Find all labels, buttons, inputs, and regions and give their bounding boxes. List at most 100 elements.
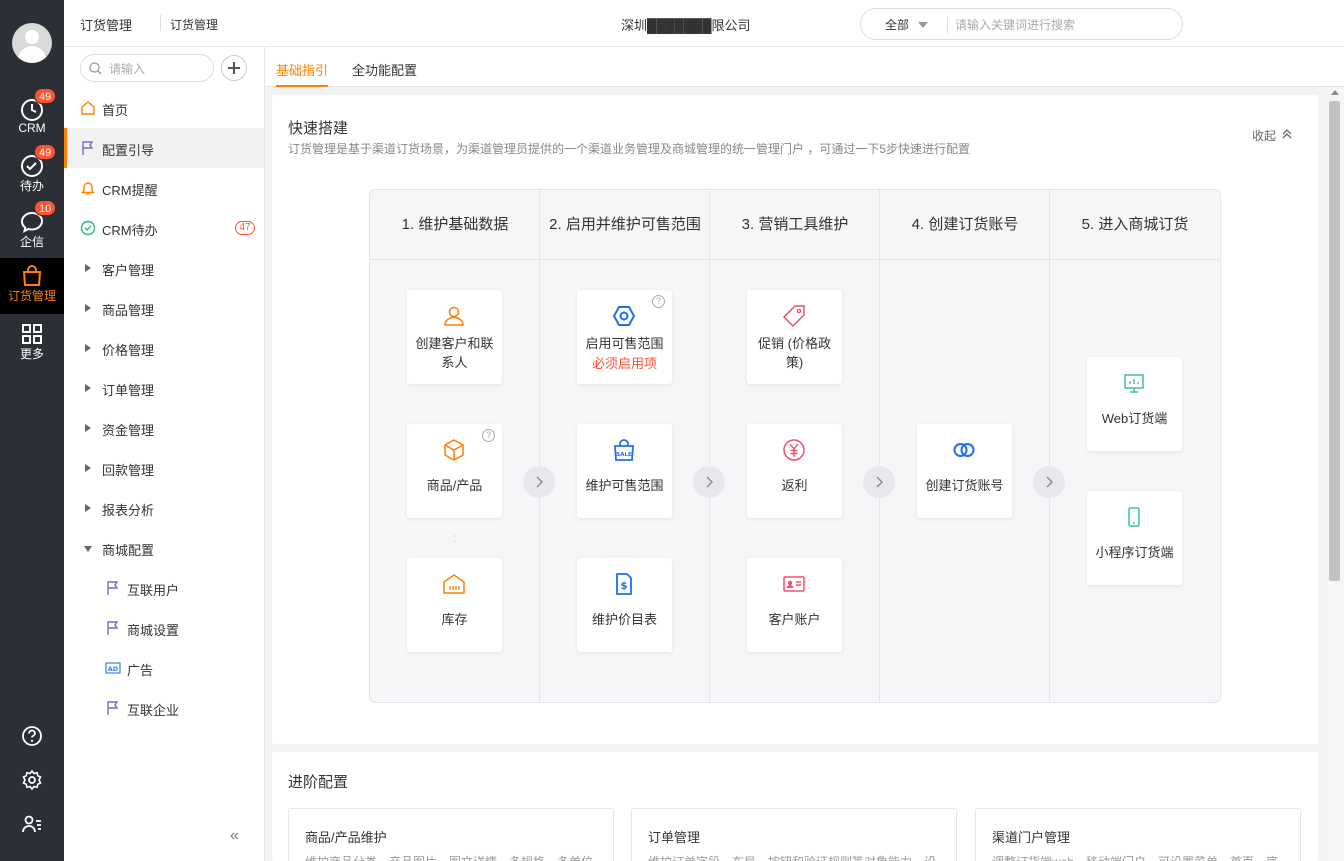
step-title: 5. 进入商城订货 xyxy=(1050,190,1220,260)
rail-item-more[interactable]: 更多 xyxy=(0,316,64,372)
breadcrumb-primary[interactable]: 订货管理 xyxy=(80,15,132,34)
avatar[interactable] xyxy=(12,23,52,63)
app-rail: 49 CRM 49 待办 10 企信 订货管理 更多 xyxy=(0,0,64,861)
sidebar-item-funds[interactable]: 资金管理 xyxy=(64,408,264,448)
card-label: 维护价目表 xyxy=(591,612,657,627)
card-label: 创建客户和联系人 xyxy=(415,336,494,370)
sidebar-item-config-guide[interactable]: 配置引导 xyxy=(64,128,264,168)
collapse-button[interactable]: 收起 xyxy=(1252,127,1292,144)
flag-icon xyxy=(107,701,119,715)
company-name: 深圳███████限公司 xyxy=(621,18,751,33)
user-list-button[interactable] xyxy=(0,804,64,844)
monitor-icon xyxy=(1124,374,1144,393)
sidebar-search-input[interactable] xyxy=(109,60,209,78)
sidebar-subitem-ads[interactable]: AD 广告 xyxy=(64,648,264,688)
caret-right-icon xyxy=(85,264,91,272)
help-icon[interactable]: ? xyxy=(482,429,495,442)
card-title: 订单管理 xyxy=(648,830,701,845)
svg-text:SALE: SALE xyxy=(616,452,632,458)
breadcrumb-divider xyxy=(160,15,161,31)
sidebar-item-reports[interactable]: 报表分析 xyxy=(64,488,264,528)
sidebar-item-product[interactable]: 商品管理 xyxy=(64,288,264,328)
sidebar-item-mall-config[interactable]: 商城配置 xyxy=(64,528,264,568)
home-icon xyxy=(81,101,95,115)
sidebar-subitem-mall-settings[interactable]: 商城设置 xyxy=(64,608,264,648)
sidebar-search xyxy=(80,54,214,82)
breadcrumb-secondary[interactable]: 订货管理 xyxy=(170,16,218,33)
quick-setup-panel: 快速搭建 订货管理是基于渠道订货场景，为渠道管理员提供的一个渠道业务管理及商城管… xyxy=(272,95,1318,744)
search-input[interactable] xyxy=(955,15,1175,35)
sidebar-item-payment[interactable]: 回款管理 xyxy=(64,448,264,488)
sidebar-item-label: 报表分析 xyxy=(102,503,155,518)
sidebar-item-label: 回款管理 xyxy=(102,463,155,478)
card-products[interactable]: ? 商品/产品 xyxy=(407,424,502,518)
sidebar-item-crm-reminder[interactable]: CRM提醒 xyxy=(64,168,264,208)
help-icon[interactable]: ? xyxy=(652,295,665,308)
sidebar-subitem-connected-companies[interactable]: 互联企业 xyxy=(64,688,264,728)
card-price-list[interactable]: $ 维护价目表 xyxy=(577,558,672,652)
user-icon xyxy=(444,306,464,326)
global-search: 全部 xyxy=(860,8,1183,40)
settings-button[interactable] xyxy=(0,760,64,800)
card-create-customer[interactable]: 创建客户和联系人 xyxy=(407,290,502,384)
sidebar-item-label: 商城配置 xyxy=(102,543,155,558)
scroll-up-arrow[interactable] xyxy=(1331,90,1339,95)
sidebar-item-label: 互联用户 xyxy=(127,583,180,598)
advanced-card-channel-portal[interactable]: 渠道门户管理 调整订货端web、移动端门户，可设置菜单、首页、底 xyxy=(975,808,1301,861)
rail-item-order-management[interactable]: 订货管理 xyxy=(0,258,64,314)
sidebar-collapse-button[interactable]: « xyxy=(230,827,239,845)
hexagon-icon xyxy=(612,306,636,326)
tag-icon xyxy=(782,305,805,328)
tab-full-config[interactable]: 全功能配置 xyxy=(352,60,417,87)
rail-label: 待办 xyxy=(19,179,44,193)
rail-item-crm[interactable]: 49 CRM xyxy=(0,88,64,148)
card-customer-account[interactable]: 客户账户 xyxy=(747,558,842,652)
chevron-down-icon[interactable] xyxy=(918,22,928,28)
sidebar-item-label: 价格管理 xyxy=(102,343,155,358)
card-title: 商品/产品维护 xyxy=(305,830,387,845)
card-promotion[interactable]: 促销 (价格政策) xyxy=(747,290,842,384)
card-rebate[interactable]: 返利 xyxy=(747,424,842,518)
scroll-thumb[interactable] xyxy=(1329,101,1340,581)
sidebar-item-home[interactable]: 首页 xyxy=(64,88,264,128)
sidebar-item-crm-todo[interactable]: CRM待办 47 xyxy=(64,208,264,248)
card-web-store[interactable]: Web订货端 xyxy=(1087,357,1182,451)
card-label: 启用可售范围 xyxy=(585,336,664,351)
sidebar-item-price[interactable]: 价格管理 xyxy=(64,328,264,368)
sale-bag-icon: SALE xyxy=(614,439,634,461)
caret-right-icon xyxy=(85,504,91,512)
card-inventory[interactable]: 库存 xyxy=(407,558,502,652)
phone-icon xyxy=(1128,507,1140,527)
search-scope-select[interactable]: 全部 xyxy=(885,16,909,33)
step-title: 2. 启用并维护可售范围 xyxy=(540,190,710,260)
grid-icon xyxy=(22,324,42,344)
rail-badge: 49 xyxy=(34,88,57,104)
rail-item-todo[interactable]: 49 待办 xyxy=(0,144,64,204)
sidebar-subitem-connected-users[interactable]: 互联用户 xyxy=(64,568,264,608)
rail-badge: 10 xyxy=(34,200,57,216)
help-button[interactable] xyxy=(0,716,64,756)
scrollbar[interactable] xyxy=(1326,87,1344,861)
shopping-bag-icon xyxy=(22,265,42,286)
sidebar-item-customer[interactable]: 客户管理 xyxy=(64,248,264,288)
tab-basic-guide[interactable]: 基础指引 xyxy=(276,60,329,87)
advanced-card-products[interactable]: 商品/产品维护 维护商品分类、产品图片、图文详情、多规格、多单位 xyxy=(288,808,614,861)
add-button[interactable] xyxy=(221,55,247,81)
rail-label: CRM xyxy=(18,121,46,135)
help-icon xyxy=(22,726,42,746)
card-create-order-account[interactable]: 创建订货账号 xyxy=(917,424,1012,518)
sidebar-item-label: CRM提醒 xyxy=(102,183,158,198)
advanced-card-orders[interactable]: 订单管理 维护订单字段、布局、按钮和验证规则等对象能力，设 xyxy=(631,808,957,861)
flag-icon xyxy=(82,141,94,155)
card-maintain-sales-scope[interactable]: SALE 维护可售范围 xyxy=(577,424,672,518)
top-header: 订货管理 订货管理 深圳███████限公司 全部 xyxy=(64,0,1344,47)
id-card-icon xyxy=(783,576,805,592)
card-enable-sales-scope[interactable]: ? 启用可售范围 必须启用项 xyxy=(577,290,672,384)
check-circle-icon xyxy=(80,220,96,236)
sidebar-item-label: CRM待办 xyxy=(102,223,158,238)
rail-item-chat[interactable]: 10 企信 xyxy=(0,200,64,260)
sidebar-item-order[interactable]: 订单管理 xyxy=(64,368,264,408)
step-column: 2. 启用并维护可售范围 ? 启用可售范围 必须启用项 SALE 维护可售范围 … xyxy=(540,190,710,702)
section-description: 订货管理是基于渠道订货场景，为渠道管理员提供的一个渠道业务管理及商城管理的统一管… xyxy=(288,142,971,156)
card-mini-program-store[interactable]: 小程序订货端 xyxy=(1087,491,1182,585)
